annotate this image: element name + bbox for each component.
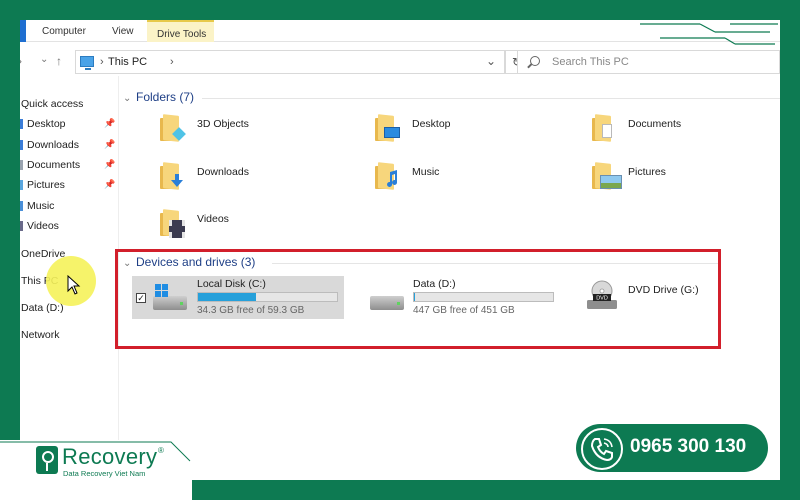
- address-dropdown-icon[interactable]: ⌄: [486, 54, 496, 68]
- this-pc-icon: [80, 56, 94, 70]
- search-placeholder: Search This PC: [552, 56, 629, 68]
- drive-free-c: 34.3 GB free of 59.3 GB: [197, 305, 305, 316]
- drive-usage-fill-d: [414, 293, 416, 301]
- videos-icon: [20, 221, 23, 231]
- search-icon: [530, 56, 540, 66]
- phone-badge[interactable]: [581, 428, 623, 470]
- up-arrow-icon[interactable]: ↑: [56, 54, 62, 68]
- music-icon: [20, 201, 23, 211]
- address-box[interactable]: › This PC › ⌄: [75, 50, 505, 74]
- tab-drive-tools[interactable]: Drive Tools: [147, 20, 215, 42]
- downloads-icon: [20, 140, 23, 150]
- drives-group-header[interactable]: ⌄ Devices and drives (3): [123, 255, 255, 269]
- document-icon: [602, 124, 612, 138]
- folder-label-desktop[interactable]: Desktop: [412, 118, 451, 130]
- tab-computer[interactable]: Computer: [42, 26, 86, 37]
- drive-usage-fill-c: [198, 293, 257, 301]
- monitor-icon: [384, 127, 400, 138]
- desktop-icon: [20, 119, 23, 129]
- documents-icon: [20, 160, 23, 170]
- windows-logo-icon: [155, 284, 169, 298]
- folder-label-downloads[interactable]: Downloads: [197, 166, 249, 178]
- logo-registered-mark: ®: [158, 446, 164, 455]
- folder-label-music[interactable]: Music: [412, 166, 439, 178]
- film-strip-icon: [169, 220, 185, 238]
- folder-label-videos[interactable]: Videos: [197, 213, 229, 225]
- collapse-chevron-icon[interactable]: ⌄: [123, 93, 131, 104]
- logo-subtitle: Data Recovery Viet Nam: [63, 469, 146, 478]
- drive-free-d: 447 GB free of 451 GB: [413, 305, 515, 316]
- path-chevron-icon[interactable]: ›: [170, 56, 174, 68]
- hotline-number[interactable]: 0965 300 130: [630, 436, 746, 458]
- drive-usage-bar-d: [413, 292, 554, 302]
- mouse-pointer-icon: [67, 275, 81, 295]
- tab-view[interactable]: View: [112, 26, 134, 37]
- drive-name-d[interactable]: Data (D:): [413, 278, 456, 290]
- phone-icon: [590, 438, 613, 462]
- drive-c-checkbox[interactable]: ✓: [136, 293, 146, 303]
- picture-icon: [600, 175, 622, 189]
- path-separator-icon[interactable]: ›: [100, 56, 104, 68]
- explorer-window: Computer View Drive Tools › ⌄ ↑ › This P…: [20, 20, 780, 480]
- pin-icon: 📌: [104, 139, 116, 149]
- pin-icon: 📌: [104, 159, 116, 169]
- folder-label-pictures[interactable]: Pictures: [628, 166, 666, 178]
- folder-label-documents[interactable]: Documents: [628, 118, 681, 130]
- hard-drive-icon: [153, 296, 187, 310]
- drive-name-g[interactable]: DVD Drive (G:): [628, 284, 699, 296]
- pin-icon: 📌: [104, 118, 116, 128]
- hard-drive-icon[interactable]: [370, 296, 404, 310]
- circuit-decoration: [640, 23, 778, 45]
- file-tab-edge[interactable]: [20, 20, 26, 42]
- folders-group-header[interactable]: ⌄ Folders (7): [123, 90, 194, 104]
- recent-chevron-icon[interactable]: ⌄: [40, 54, 48, 65]
- logo-name: Recovery: [62, 444, 158, 469]
- search-box[interactable]: Search This PC: [517, 50, 780, 74]
- music-note-icon: [387, 170, 398, 187]
- svg-text:DVD: DVD: [596, 296, 608, 302]
- collapse-chevron-icon[interactable]: ⌄: [123, 258, 131, 269]
- pin-icon: 📌: [104, 179, 116, 189]
- path-this-pc[interactable]: This PC: [108, 56, 147, 68]
- logo-key-icon: [36, 446, 58, 474]
- folders-header-rule: [202, 98, 780, 99]
- download-arrow-icon: [171, 174, 183, 187]
- drives-header-rule: [272, 263, 718, 264]
- drive-usage-bar-c: [197, 292, 338, 302]
- address-bar-row: › ⌄ ↑ › This PC › ⌄ ↻ Search This PC: [20, 48, 780, 76]
- back-arrow-icon[interactable]: ›: [20, 54, 22, 68]
- pictures-icon: [20, 180, 23, 190]
- drive-name-c[interactable]: Local Disk (C:): [197, 278, 266, 290]
- dvd-drive-icon[interactable]: DVD: [585, 280, 619, 312]
- folder-label-3d-objects[interactable]: 3D Objects: [197, 118, 249, 130]
